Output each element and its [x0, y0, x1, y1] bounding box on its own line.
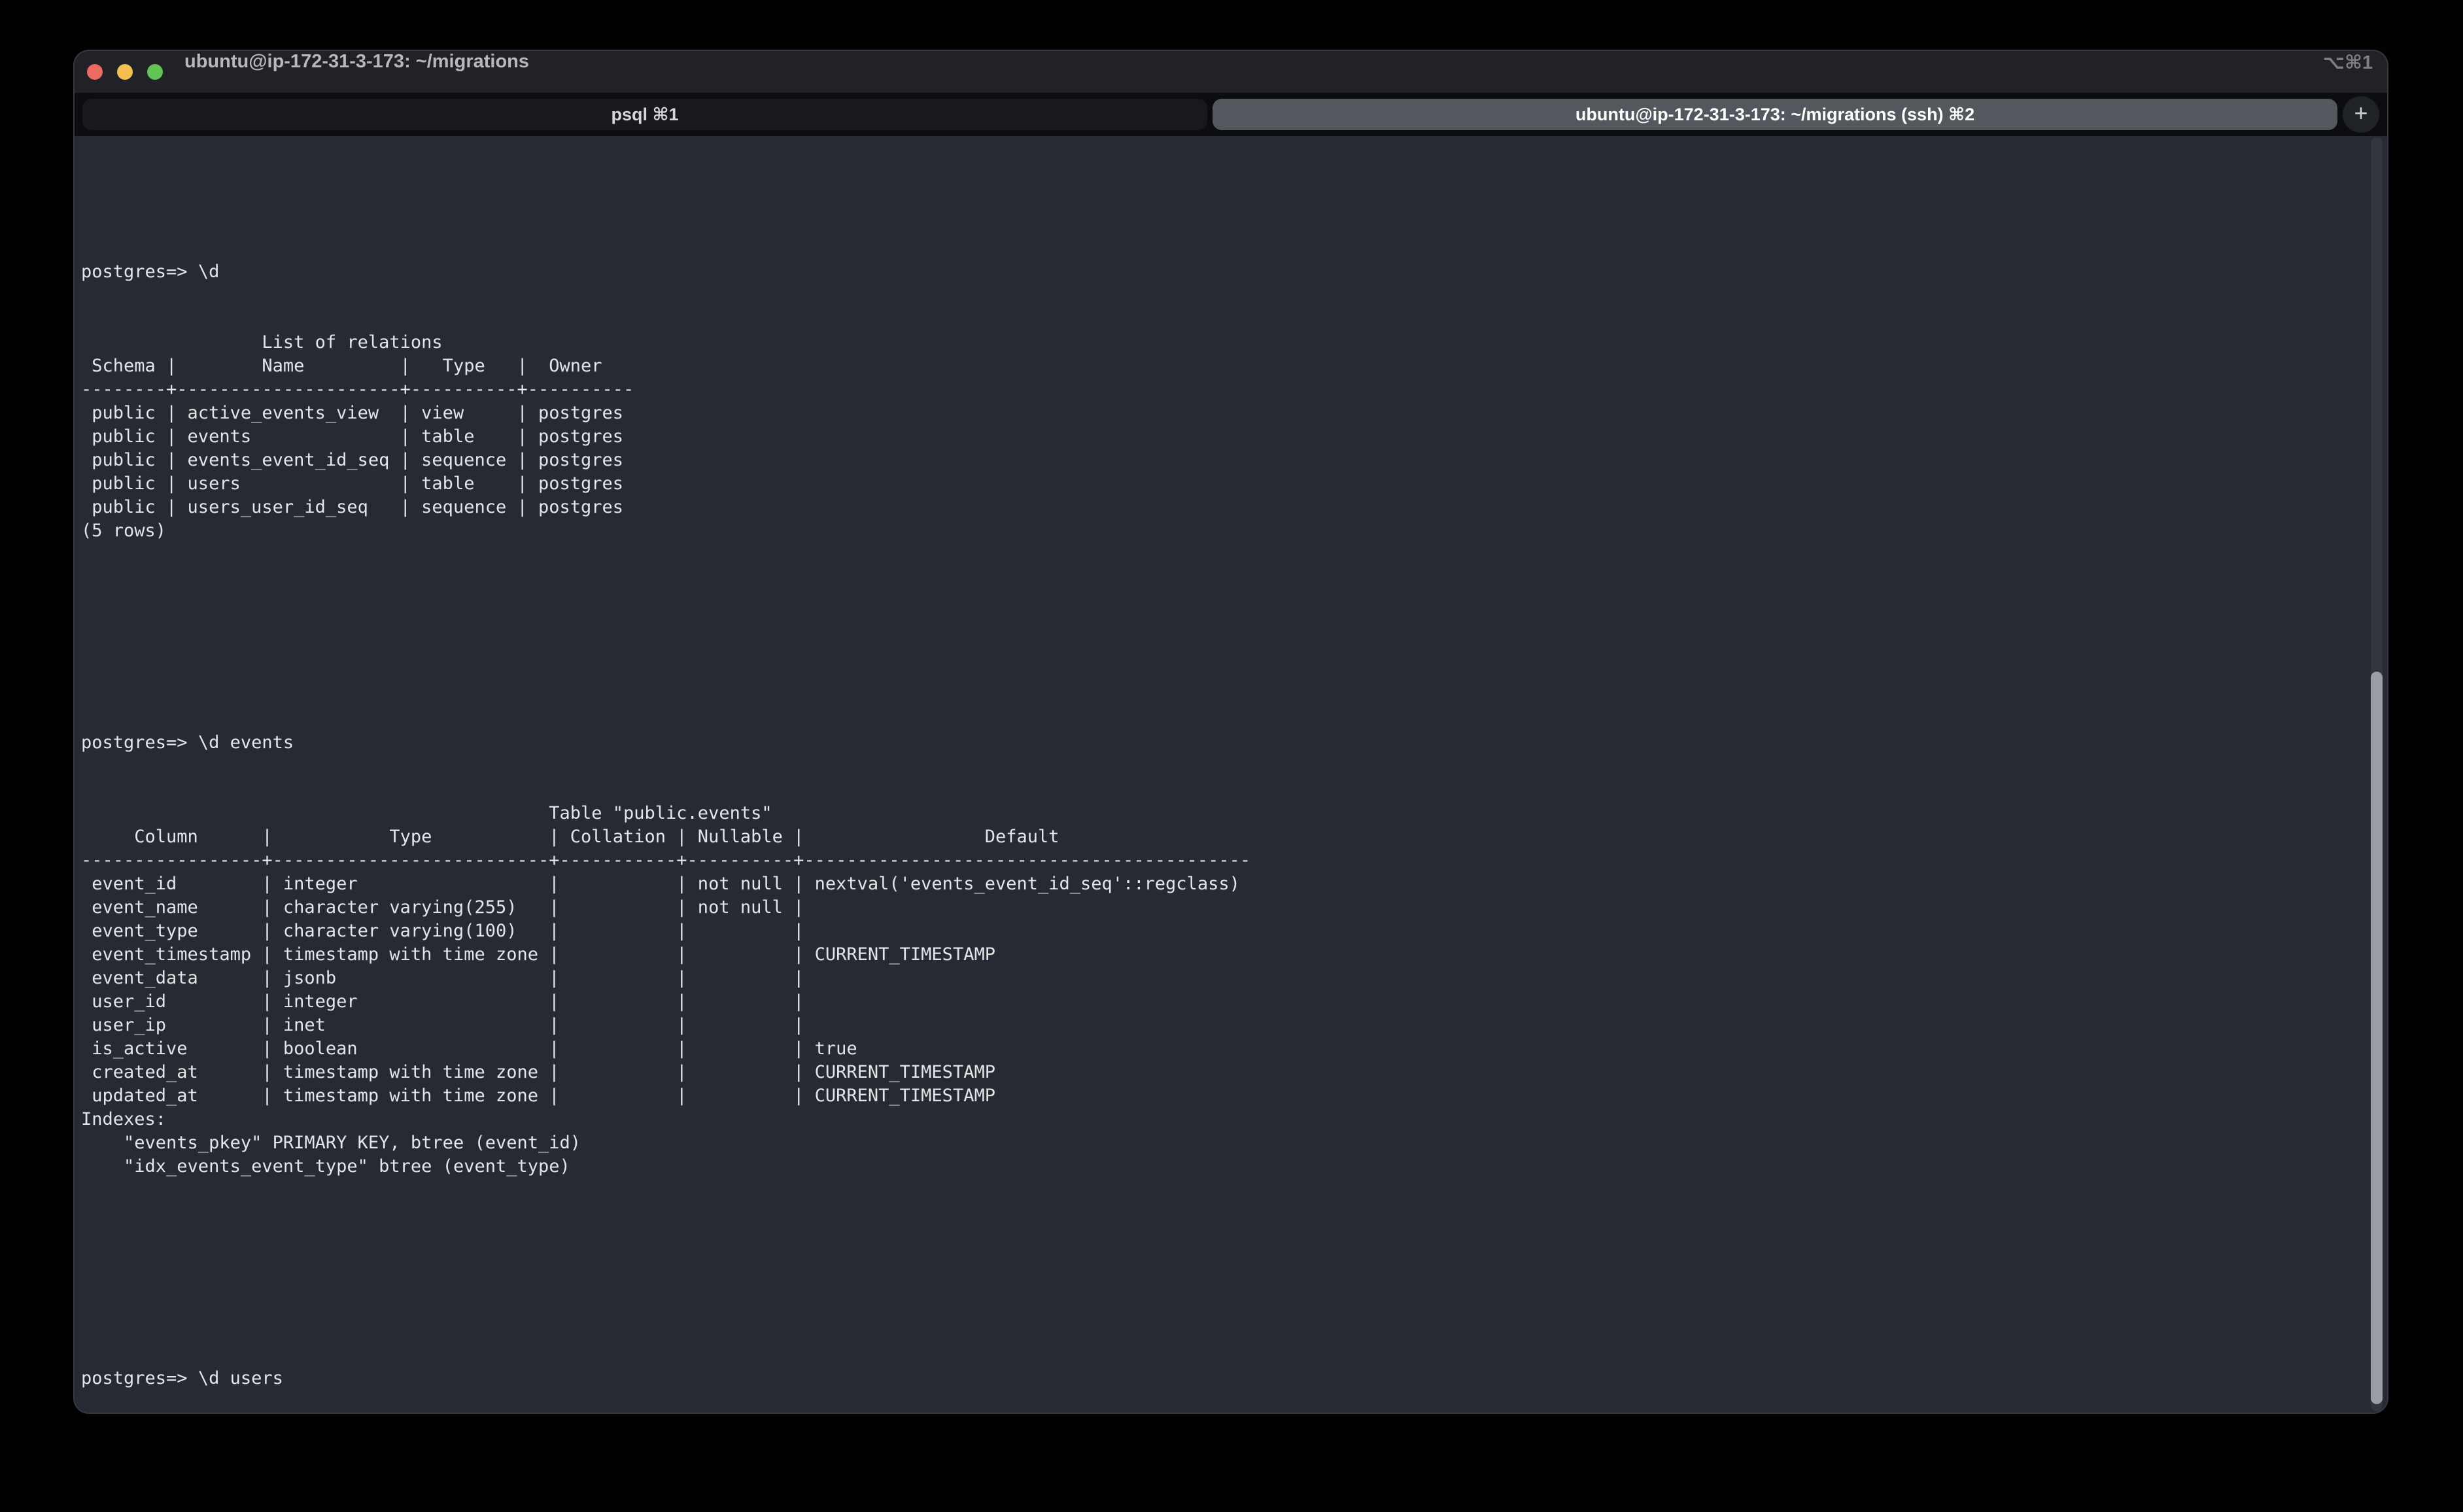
terminal-screen[interactable]: postgres=> \d List of relations Schema |…: [75, 136, 2387, 1414]
close-button[interactable]: [87, 64, 103, 80]
zoom-button[interactable]: [147, 64, 163, 80]
psql-prompt: postgres=>: [81, 262, 198, 282]
tab-psql-label: psql ⌘1: [611, 105, 678, 125]
command-text: \d events: [198, 732, 294, 753]
psql-prompt: postgres=>: [81, 732, 198, 753]
scrollbar-thumb[interactable]: [2371, 672, 2383, 1404]
command-text: \d users: [198, 1368, 283, 1388]
command-line: postgres=> \d events: [81, 731, 2348, 755]
tab-psql[interactable]: psql ⌘1: [82, 99, 1207, 130]
command-output: List of relations Schema | Name | Type |…: [81, 331, 2348, 543]
minimize-button[interactable]: [117, 64, 133, 80]
traffic-lights: [87, 51, 163, 93]
new-tab-button[interactable]: +: [2343, 96, 2379, 133]
psql-block-describe-users: postgres=> \d users Table "public.users"…: [81, 1320, 2348, 1414]
command-output: Table "public.events" Column | Type | Co…: [81, 802, 2348, 1178]
scrollbar-track[interactable]: [2371, 137, 2383, 1411]
psql-prompt: postgres=>: [81, 1368, 198, 1388]
command-text: \d: [198, 262, 220, 282]
psql-block-list-relations: postgres=> \d List of relations Schema |…: [81, 213, 2348, 590]
titlebar[interactable]: ubuntu@ip-172-31-3-173: ~/migrations ⌥⌘1: [75, 51, 2387, 93]
psql-block-describe-events: postgres=> \d events Table "public.event…: [81, 684, 2348, 1226]
window-shortcut-hint: ⌥⌘1: [2323, 51, 2373, 93]
command-line: postgres=> \d: [81, 260, 2348, 284]
tab-bar: psql ⌘1 ubuntu@ip-172-31-3-173: ~/migrat…: [75, 93, 2387, 136]
terminal-window: ubuntu@ip-172-31-3-173: ~/migrations ⌥⌘1…: [73, 50, 2388, 1414]
command-line: postgres=> \d users: [81, 1367, 2348, 1390]
tab-ssh[interactable]: ubuntu@ip-172-31-3-173: ~/migrations (ss…: [1213, 99, 2337, 130]
window-title: ubuntu@ip-172-31-3-173: ~/migrations: [184, 51, 529, 93]
tab-ssh-label: ubuntu@ip-172-31-3-173: ~/migrations (ss…: [1576, 105, 1974, 125]
